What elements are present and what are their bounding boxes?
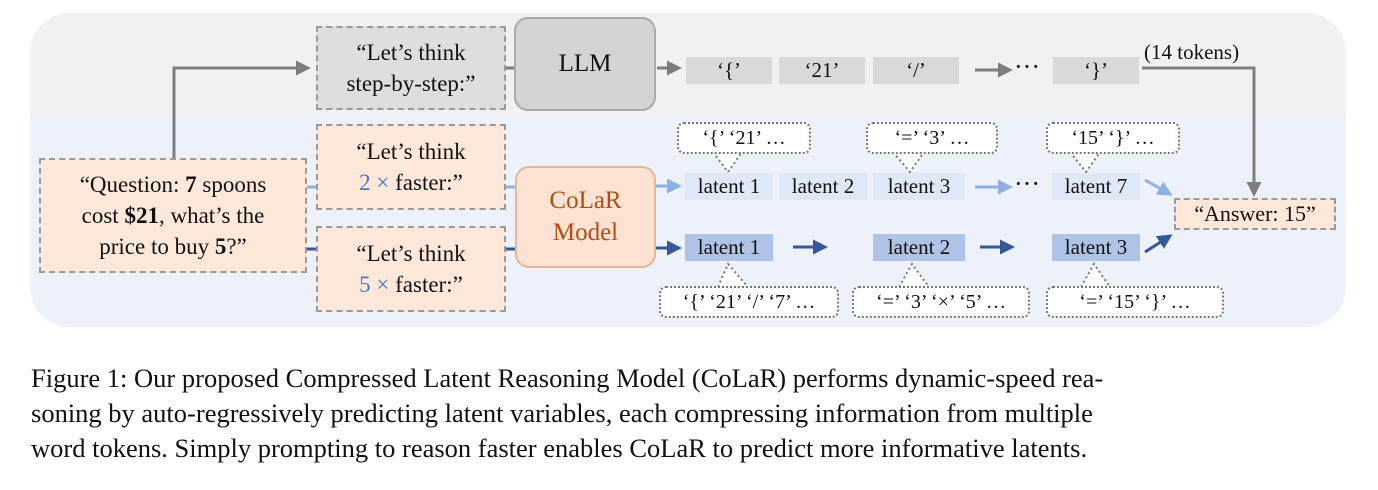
latent-5x: latent 2 (873, 234, 965, 261)
llm-label: LLM (558, 50, 612, 77)
caption-line-1: Figure 1: Our proposed Compressed Latent… (31, 363, 1104, 393)
bubble-2x: ‘{’ ‘21’ … (677, 122, 811, 154)
question-line-3: price to buy 5?” (99, 234, 247, 259)
token-count-label: (14 tokens) (1144, 40, 1240, 64)
bubble-5x: ‘{’ ‘21’ ‘/’ ‘7’ … (659, 286, 839, 318)
llm-token: ‘21’ (779, 57, 865, 84)
latent-5x: latent 1 (685, 234, 773, 261)
llm-ellipsis: ··· (1014, 52, 1040, 81)
colar-label-line-1: CoLaR (549, 187, 622, 214)
colar-model-box: CoLaR Model (515, 166, 656, 268)
question-box: “Question: 7 spoons cost $21, what’s the… (39, 158, 307, 273)
prompt-5x-faster: “Let’s think 5 × faster:” (316, 226, 506, 312)
figure-diagram: “Question: 7 spoons cost $21, what’s the… (0, 0, 1378, 340)
latents-2x-ellipsis: ··· (1014, 169, 1040, 198)
latent-2x: latent 1 (685, 173, 773, 200)
colar-label-line-2: Model (552, 219, 619, 246)
question-line-2: cost $21, what’s the (81, 203, 265, 228)
figure-caption: Figure 1: Our proposed Compressed Latent… (31, 361, 1351, 466)
latent-2x: latent 2 (779, 173, 867, 200)
prompt-2x-line-2: 2 × faster:” (359, 170, 463, 195)
prompt-2x-line-1: “Let’s think (356, 139, 466, 164)
prompt-5x-line-1: “Let’s think (356, 241, 466, 266)
answer-box: “Answer: 15” (1174, 198, 1336, 230)
llm-token: ‘{’ (686, 57, 772, 84)
question-line-1: “Question: 7 spoons (79, 172, 267, 197)
stepbystep-prompt: “Let’s think step-by-step:” (316, 26, 506, 110)
prompt-5x-line-2: 5 × faster:” (359, 272, 463, 297)
stepbystep-line-1: “Let’s think (356, 40, 466, 65)
bubble-2x: ‘15’ ‘}’ … (1046, 122, 1180, 154)
latent-2x: latent 3 (873, 173, 965, 200)
latent-2x: latent 7 (1052, 173, 1140, 200)
bubble-5x: ‘=’ ‘3’ ‘×’ ‘5’ … (852, 286, 1030, 318)
caption-line-2: soning by auto-regressively predicting l… (31, 398, 1093, 428)
llm-token: ‘/’ (873, 57, 959, 84)
caption-line-3: word tokens. Simply prompting to reason … (31, 433, 1088, 463)
bubble-5x: ‘=’ ‘15’ ‘}’ … (1046, 286, 1224, 318)
llm-token: ‘}’ (1053, 57, 1139, 84)
llm-box: LLM (514, 17, 656, 111)
stepbystep-line-2: step-by-step:” (346, 71, 476, 96)
bubble-2x: ‘=’ ‘3’ … (866, 122, 998, 154)
latent-5x: latent 3 (1052, 234, 1140, 261)
prompt-2x-faster: “Let’s think 2 × faster:” (316, 124, 506, 210)
